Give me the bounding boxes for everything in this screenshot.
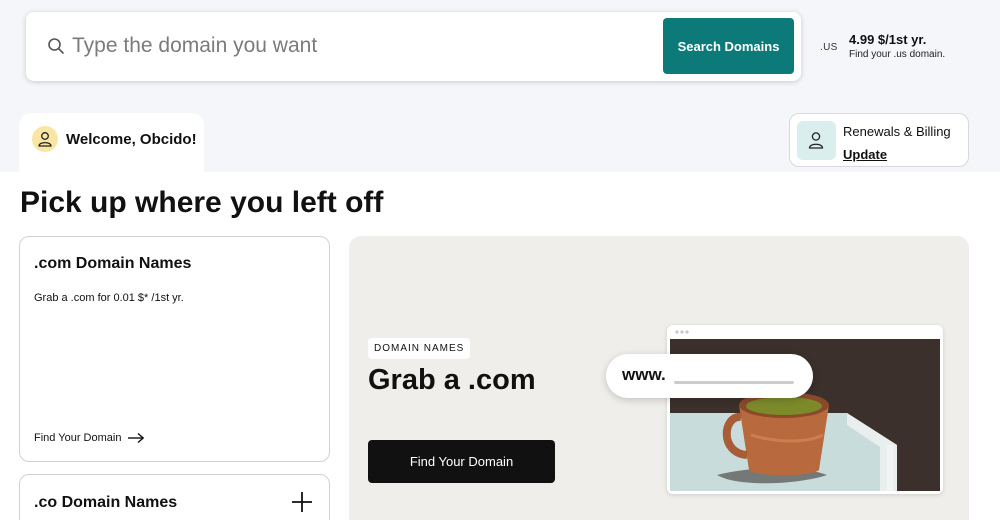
card-description: Grab a .com for 0.01 $* /1st yr. — [34, 292, 184, 304]
user-icon — [38, 132, 52, 147]
url-bar-illustration: www. — [606, 354, 813, 398]
browser-illustration — [667, 325, 943, 494]
welcome-tab[interactable]: Welcome, Obcido! — [19, 113, 204, 173]
search-input[interactable] — [72, 26, 652, 66]
promo-title: Grab a .com — [368, 364, 536, 396]
com-domain-card[interactable]: .com Domain Names Grab a .com for 0.01 $… — [19, 236, 330, 462]
avatar — [32, 126, 58, 152]
tld-price: 4.99 $/1st yr. — [849, 32, 927, 47]
url-prefix: www. — [622, 365, 666, 384]
find-your-domain-link[interactable]: Find Your Domain — [34, 432, 145, 444]
billing-icon-box — [797, 121, 836, 160]
billing-update-link[interactable]: Update — [843, 147, 887, 162]
arrow-right-icon — [128, 432, 145, 444]
tld-label: .US — [820, 42, 838, 53]
card-title: .co Domain Names — [34, 494, 178, 511]
find-your-domain-button[interactable]: Find Your Domain — [368, 440, 555, 483]
card-title: .com Domain Names — [34, 255, 192, 272]
coffee-mug-image — [670, 330, 940, 491]
user-icon — [808, 132, 824, 149]
search-box[interactable]: Search Domains — [26, 12, 801, 81]
co-domain-card[interactable]: .co Domain Names — [19, 474, 330, 520]
url-placeholder-line — [674, 381, 794, 384]
promo-badge: DOMAIN NAMES — [368, 338, 471, 359]
tld-description: Find your .us domain. — [849, 49, 946, 60]
plus-icon[interactable] — [291, 491, 313, 513]
section-title: Pick up where you left off — [20, 186, 384, 219]
welcome-text: Welcome, Obcido! — [66, 131, 197, 148]
renewals-billing-card[interactable]: Renewals & Billing Update — [789, 113, 969, 167]
search-icon — [48, 38, 64, 54]
promo-panel: DOMAIN NAMES Grab a .com Find Your Domai… — [349, 236, 969, 520]
find-link-label: Find Your Domain — [34, 432, 122, 444]
search-domains-button[interactable]: Search Domains — [663, 18, 794, 74]
billing-title: Renewals & Billing — [843, 124, 951, 139]
